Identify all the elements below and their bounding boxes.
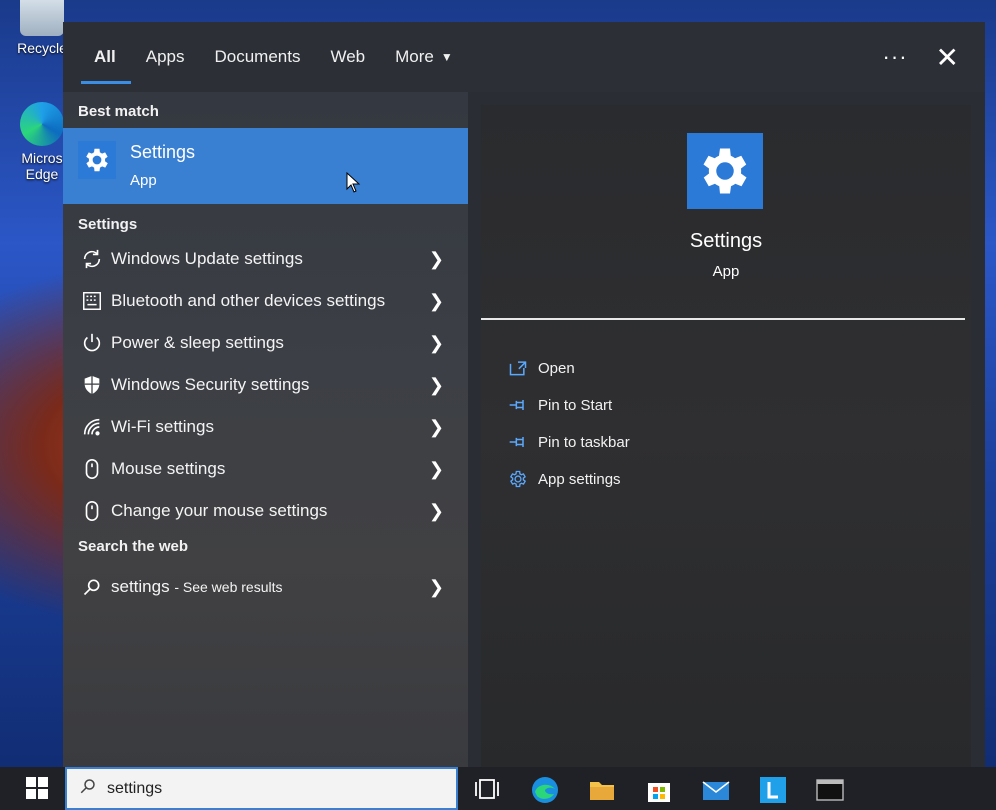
result-label: Mouse settings — [111, 459, 226, 478]
best-match-title: Settings — [130, 142, 196, 162]
best-match-heading: Best match — [78, 103, 159, 120]
result-label: Windows Update settings — [111, 249, 303, 268]
chevron-right-icon[interactable]: ❯ — [429, 375, 444, 396]
chevron-right-icon[interactable]: ❯ — [429, 577, 444, 598]
chevron-right-icon[interactable]: ❯ — [429, 291, 444, 312]
best-match-subtitle: App — [130, 172, 157, 189]
detail-title: Settings — [689, 230, 763, 252]
chevron-down-icon: ▼ — [440, 50, 453, 64]
task-view-icon[interactable] — [474, 776, 502, 804]
open-icon — [507, 359, 529, 377]
gear-icon — [507, 469, 529, 489]
search-icon — [76, 577, 108, 597]
power-icon — [76, 332, 108, 354]
action-pin-to-taskbar[interactable]: Pin to taskbar — [507, 427, 630, 457]
taskbar — [0, 767, 996, 810]
keyboard-device-icon — [76, 290, 108, 312]
tab-documents-label: Documents — [214, 47, 301, 66]
result-windows-security[interactable]: Windows Security settings ❯ — [63, 364, 468, 406]
chevron-right-icon[interactable]: ❯ — [429, 333, 444, 354]
mouse-pointer-icon — [346, 172, 361, 193]
edge-icon — [20, 102, 64, 146]
result-mouse[interactable]: Mouse settings ❯ — [63, 448, 468, 490]
tab-all-label: All — [94, 47, 116, 66]
search-icon — [79, 777, 97, 800]
result-label: Power & sleep settings — [111, 333, 284, 352]
web-query: settings — [111, 577, 170, 596]
tab-web[interactable]: Web — [315, 22, 380, 92]
chevron-right-icon[interactable]: ❯ — [429, 417, 444, 438]
result-label: Windows Security settings — [111, 375, 310, 394]
mouse-icon — [76, 500, 108, 522]
refresh-icon — [76, 248, 108, 270]
app-l-icon[interactable] — [759, 776, 787, 804]
result-web-search[interactable]: settings - See web results ❯ — [63, 566, 468, 608]
gear-icon — [687, 133, 763, 209]
gear-icon — [78, 141, 116, 179]
edge-browser-icon[interactable] — [531, 776, 559, 804]
result-wifi[interactable]: Wi-Fi settings ❯ — [63, 406, 468, 448]
result-change-mouse[interactable]: Change your mouse settings ❯ — [63, 490, 468, 532]
chevron-right-icon[interactable]: ❯ — [429, 249, 444, 270]
shield-icon — [76, 374, 108, 396]
detail-subtitle: App — [712, 263, 740, 280]
tab-apps-label: Apps — [145, 47, 185, 66]
chevron-right-icon[interactable]: ❯ — [429, 501, 444, 522]
result-label: Bluetooth and other devices settings — [111, 291, 386, 310]
best-match-item[interactable]: Settings App — [63, 128, 468, 204]
results-list: Best match Settings App Settings Windows… — [63, 92, 468, 767]
tab-apps[interactable]: Apps — [131, 22, 200, 92]
taskbar-search-box[interactable] — [65, 767, 458, 810]
mail-icon[interactable] — [702, 776, 730, 804]
web-suffix: - See web results — [174, 579, 283, 595]
chevron-right-icon[interactable]: ❯ — [429, 459, 444, 480]
microsoft-store-icon[interactable] — [645, 776, 673, 804]
action-label: Open — [538, 359, 575, 377]
pin-icon — [507, 398, 529, 412]
result-windows-update[interactable]: Windows Update settings ❯ — [63, 238, 468, 280]
tab-more-label: More — [395, 47, 434, 66]
tab-web-label: Web — [330, 47, 366, 66]
result-bluetooth[interactable]: Bluetooth and other devices settings ❯ — [63, 280, 468, 322]
tab-documents[interactable]: Documents — [199, 22, 315, 92]
windows-logo-icon[interactable] — [26, 777, 48, 804]
search-panel: All Apps Documents Web More ▼ ··· ✕ Best… — [63, 22, 985, 767]
result-power-sleep[interactable]: Power & sleep settings ❯ — [63, 322, 468, 364]
wifi-icon — [76, 416, 108, 438]
tab-more[interactable]: More ▼ — [380, 22, 468, 92]
web-section-heading: Search the web — [78, 538, 189, 555]
mouse-icon — [76, 458, 108, 480]
file-explorer-icon[interactable] — [588, 776, 616, 804]
tab-bar: All Apps Documents Web More ▼ ··· ✕ — [63, 22, 985, 92]
result-label: Change your mouse settings — [111, 501, 328, 520]
action-label: Pin to Start — [538, 396, 613, 414]
search-input[interactable] — [107, 779, 427, 798]
action-app-settings[interactable]: App settings — [507, 464, 621, 494]
terminal-icon[interactable] — [816, 776, 844, 804]
recycle-bin-icon — [20, 0, 64, 36]
detail-divider — [481, 318, 965, 320]
settings-section-heading: Settings — [78, 216, 138, 233]
action-pin-to-start[interactable]: Pin to Start — [507, 390, 612, 420]
pin-icon — [507, 435, 529, 449]
detail-pane: Settings App Open Pin to Start Pin to ta… — [481, 105, 971, 767]
action-label: Pin to taskbar — [538, 433, 630, 451]
more-options-icon[interactable]: ··· — [865, 44, 926, 70]
tab-all[interactable]: All — [63, 22, 131, 92]
close-icon[interactable]: ✕ — [926, 41, 985, 74]
action-label: App settings — [538, 470, 621, 488]
result-label: Wi-Fi settings — [111, 417, 214, 436]
action-open[interactable]: Open — [507, 353, 575, 383]
